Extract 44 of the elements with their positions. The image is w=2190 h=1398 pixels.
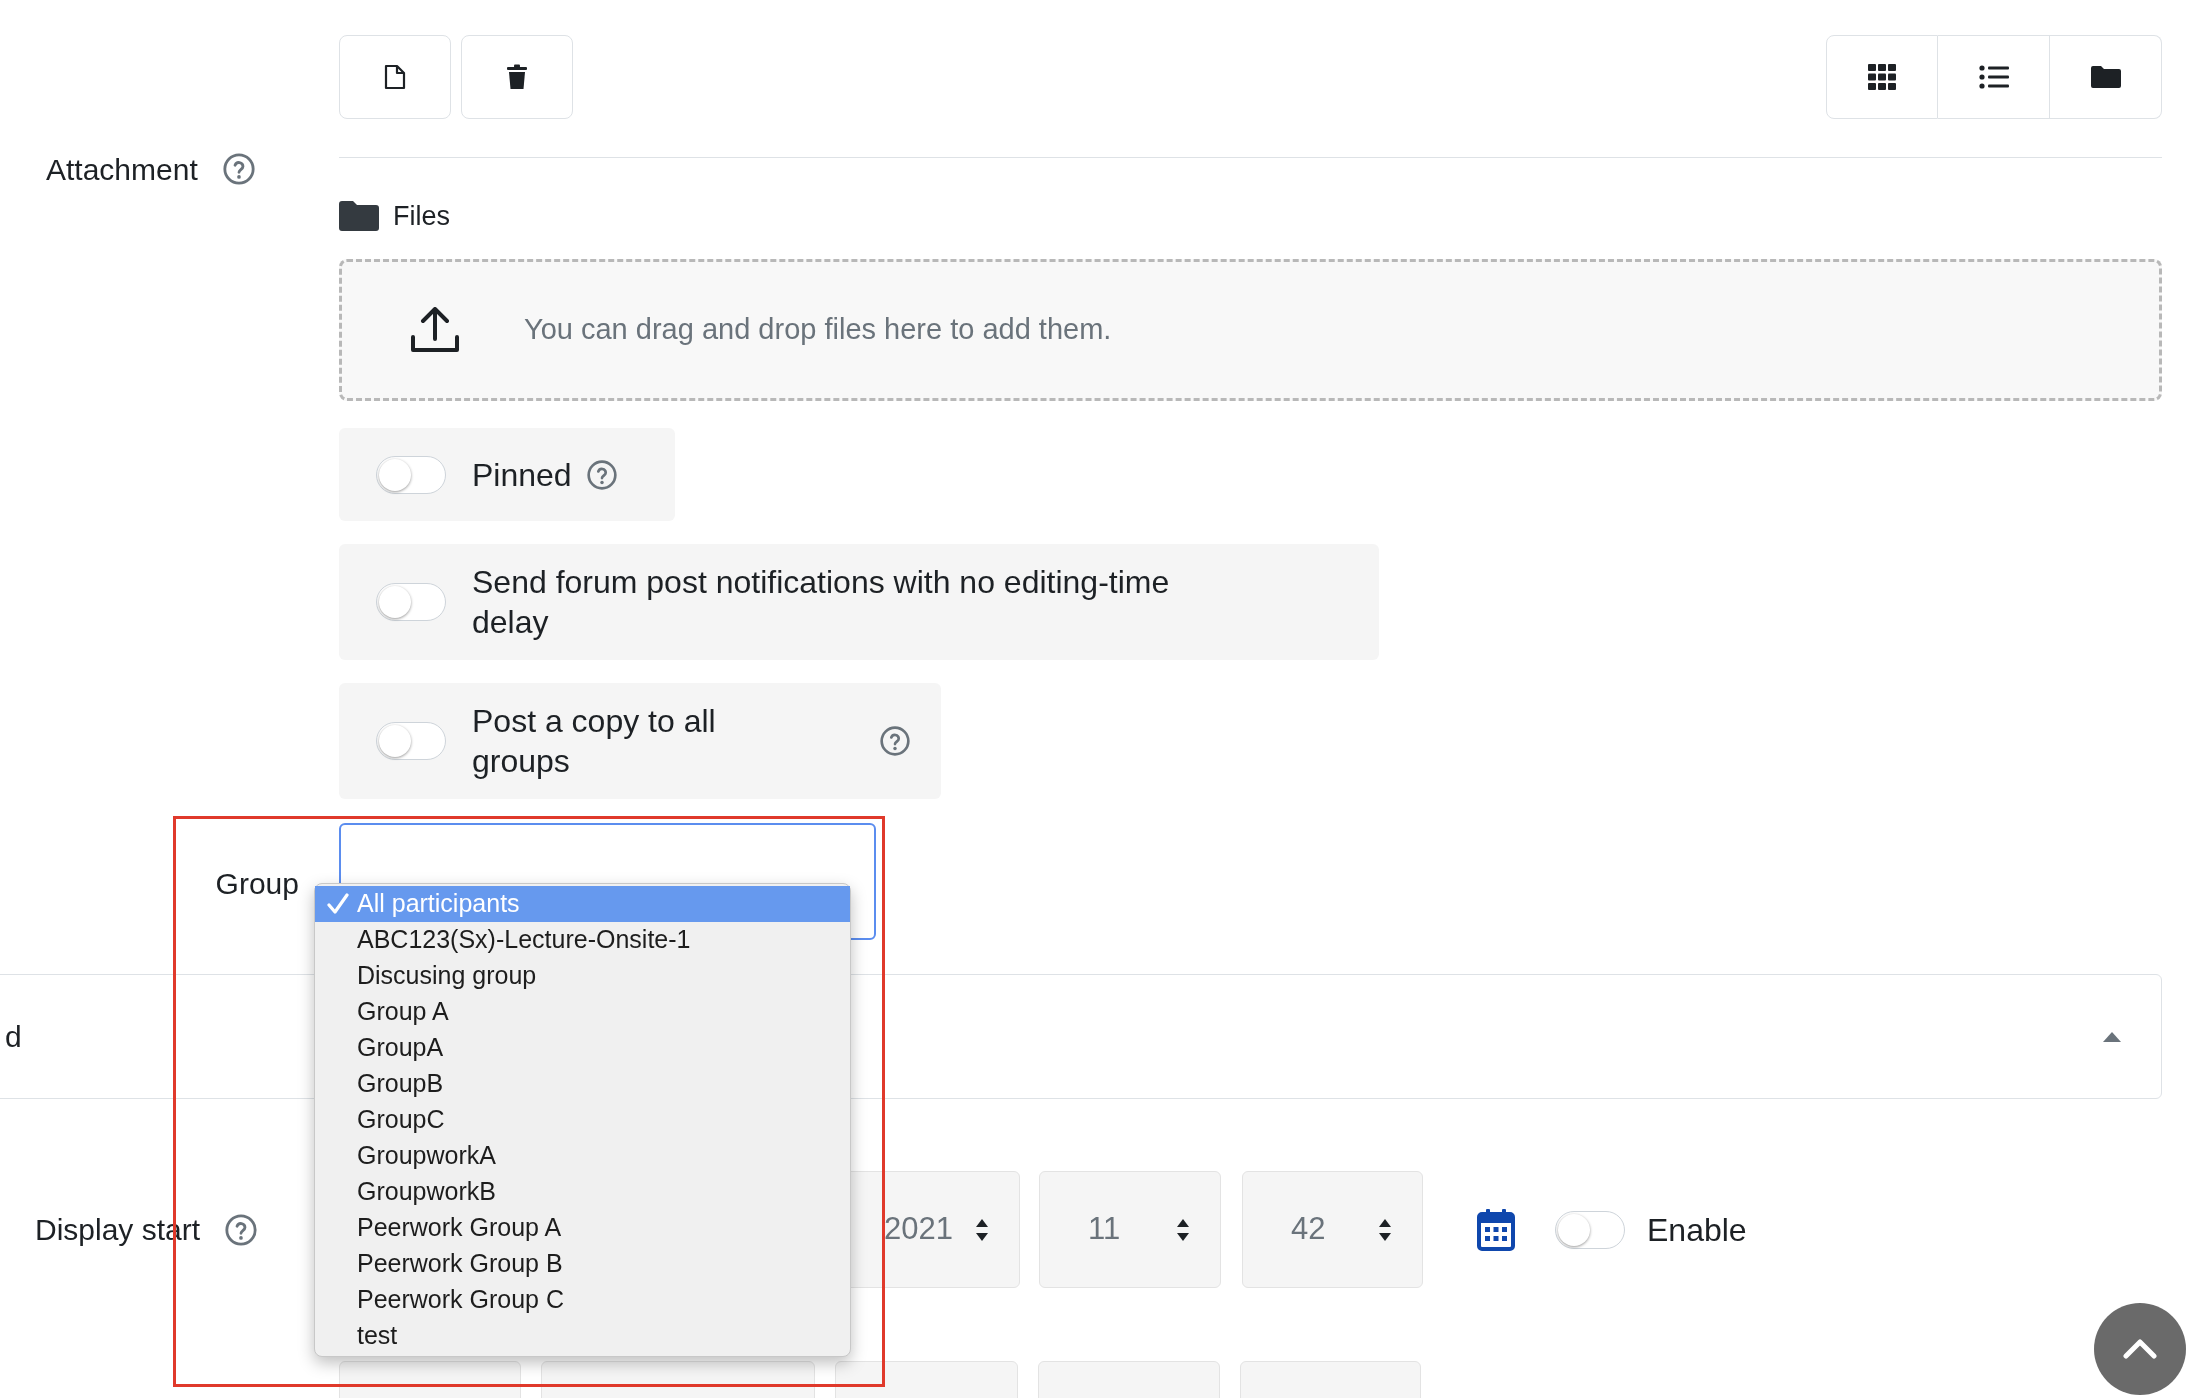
- files-label: Files: [393, 199, 450, 233]
- dropdown-option[interactable]: Group A: [315, 994, 850, 1030]
- help-icon[interactable]: [221, 152, 256, 186]
- dropdown-option[interactable]: GroupB: [315, 1066, 850, 1102]
- help-icon[interactable]: [879, 725, 911, 757]
- spinner-icon: [1378, 1218, 1392, 1241]
- folder-view-icon: [2090, 65, 2121, 89]
- chevron-up-icon: [2123, 1339, 2157, 1359]
- section-title: d: [5, 1019, 22, 1055]
- select-field[interactable]: 42: [1242, 1171, 1423, 1288]
- toggle-label: Send forum post notifications with no editing-time delay: [472, 563, 1171, 642]
- delete-button[interactable]: [461, 35, 573, 119]
- dropdown-option[interactable]: GroupA: [315, 1030, 850, 1066]
- drop-zone-text: You can drag and drop files here to add them.: [524, 312, 1112, 348]
- folder-view-button[interactable]: [2050, 35, 2162, 119]
- toggle-switch[interactable]: [1555, 1210, 1625, 1249]
- caret-up-icon: [2103, 1031, 2121, 1042]
- checkmark-icon: [327, 893, 349, 915]
- dropdown-option[interactable]: test: [315, 1318, 850, 1354]
- field-label: Attachment: [46, 151, 198, 188]
- folder-icon: [339, 201, 379, 231]
- toggle-label: Enable: [1647, 1210, 1747, 1250]
- toggle-label: Post a copy to all groups: [472, 702, 717, 781]
- toggle-switch[interactable]: [376, 455, 446, 494]
- dropdown-option[interactable]: GroupC: [315, 1102, 850, 1138]
- grid-view-button[interactable]: [1826, 35, 1938, 119]
- help-icon[interactable]: [224, 1212, 259, 1247]
- file-drop-zone[interactable]: You can drag and drop files here to add them.: [339, 259, 2162, 401]
- spinner-icon: [975, 1218, 989, 1241]
- delete-icon: [506, 64, 528, 90]
- list-view-icon: [1978, 65, 2009, 89]
- dropdown-option[interactable]: GroupworkA: [315, 1138, 850, 1174]
- toggle-switch[interactable]: [376, 722, 446, 760]
- select-field[interactable]: 11: [1039, 1171, 1221, 1288]
- dropdown-option[interactable]: ABC123(Sx)-Lecture-Onsite-1: [315, 922, 850, 958]
- grid-view-icon: [1868, 64, 1896, 90]
- toggle-switch[interactable]: [376, 583, 446, 621]
- upload-icon: [410, 307, 460, 353]
- add-file-icon: [384, 64, 406, 90]
- toggle-label: Pinned: [472, 455, 572, 495]
- help-icon[interactable]: [585, 458, 618, 491]
- calendar-icon[interactable]: [1477, 1208, 1515, 1251]
- spinner-icon: [1176, 1218, 1190, 1241]
- field-label: Group: [215, 866, 299, 902]
